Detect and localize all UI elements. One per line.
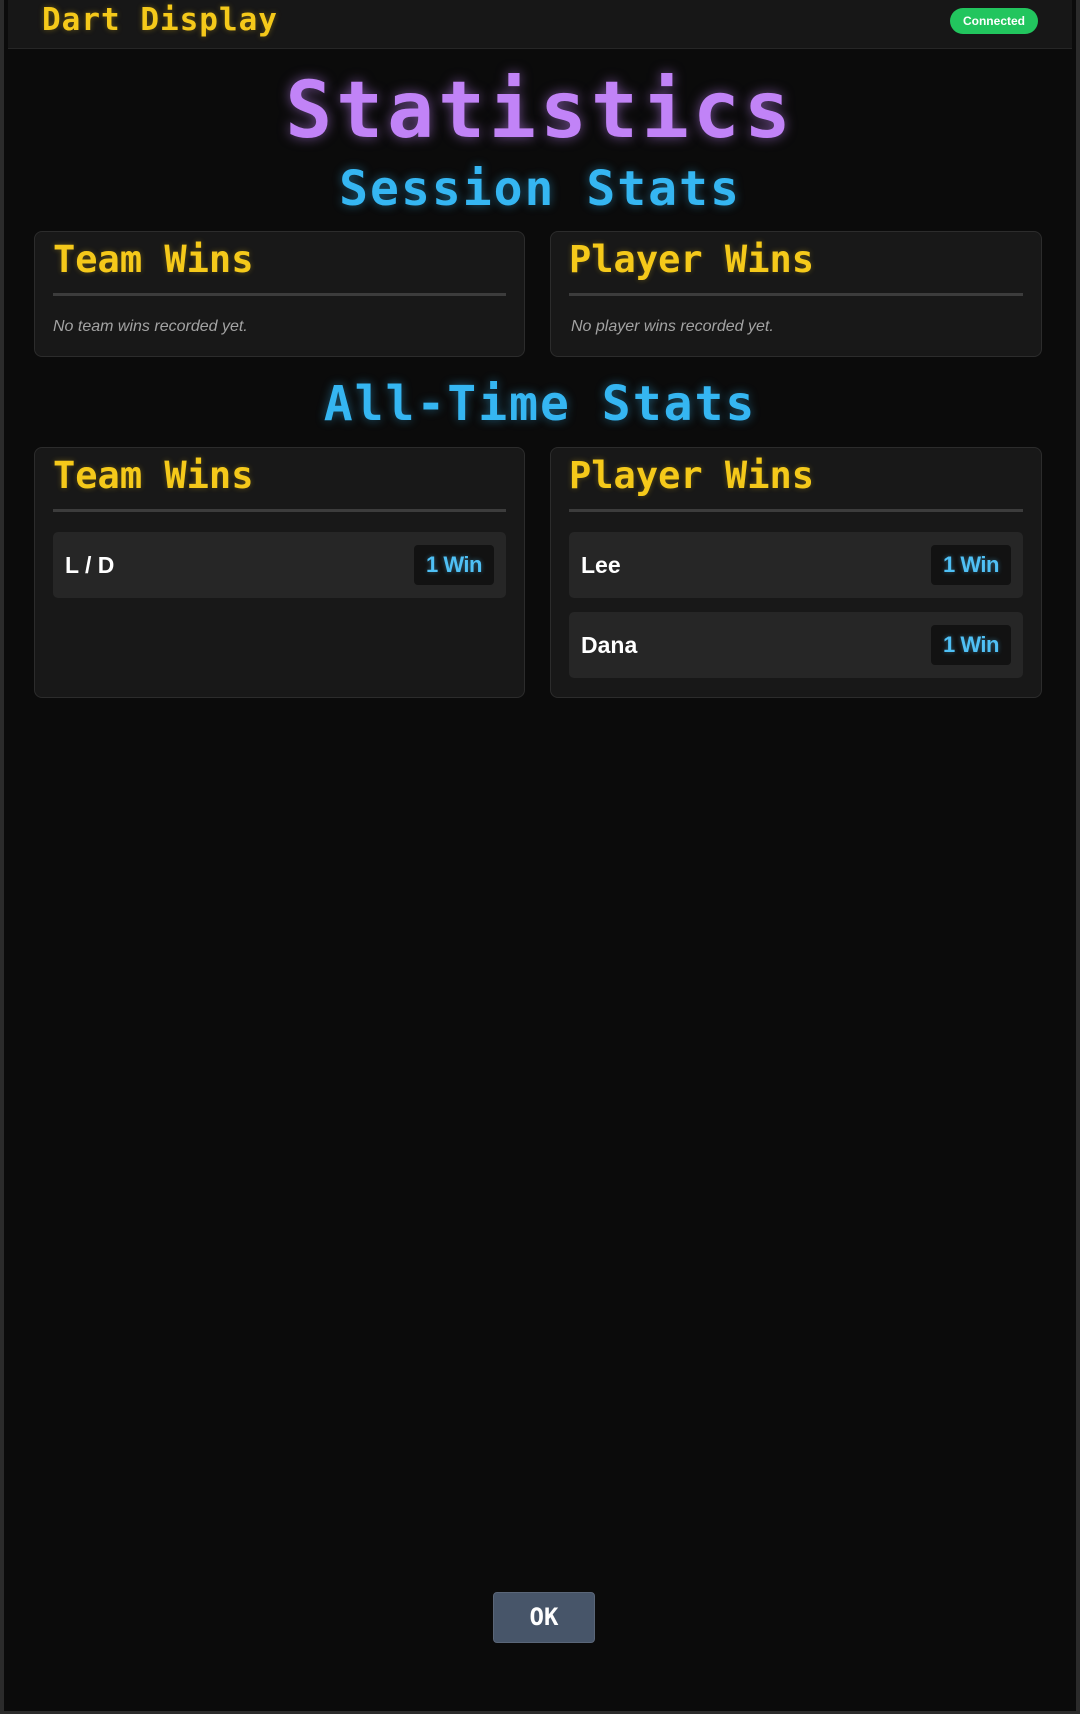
session-player-wins-title: Player Wins <box>569 238 815 281</box>
session-player-wins-empty: No player wins recorded yet. <box>571 318 774 335</box>
win-count-badge: 1 Win <box>931 545 1011 585</box>
connection-status-badge: Connected <box>949 8 1038 34</box>
all-time-team-wins-title: Team Wins <box>53 454 254 497</box>
player-row: Dana 1 Win <box>569 612 1023 678</box>
session-stats-heading: Session Stats <box>339 161 741 217</box>
win-count-badge: 1 Win <box>931 625 1011 665</box>
all-time-team-wins-card: Team Wins L / D 1 Win <box>34 447 525 698</box>
card-divider <box>53 509 506 512</box>
session-team-wins-title: Team Wins <box>53 238 254 281</box>
session-player-wins-card: Player Wins No player wins recorded yet. <box>550 231 1042 357</box>
session-team-wins-empty: No team wins recorded yet. <box>53 318 248 335</box>
player-row: Lee 1 Win <box>569 532 1023 598</box>
team-row: L / D 1 Win <box>53 532 506 598</box>
card-divider <box>569 293 1023 296</box>
all-time-stats-heading: All-Time Stats <box>323 376 757 432</box>
ok-button[interactable]: OK <box>493 1592 595 1643</box>
team-name: L / D <box>65 552 115 578</box>
all-time-player-wins-title: Player Wins <box>569 454 815 497</box>
win-count-badge: 1 Win <box>414 545 494 585</box>
all-time-player-wins-card: Player Wins Lee 1 Win Dana 1 Win <box>550 447 1042 698</box>
app-title: Dart Display <box>42 2 278 38</box>
card-divider <box>569 509 1023 512</box>
session-team-wins-card: Team Wins No team wins recorded yet. <box>34 231 525 357</box>
card-divider <box>53 293 506 296</box>
top-bar: Dart Display Connected <box>8 0 1072 49</box>
app-window: Dart Display Connected Statistics Sessio… <box>0 0 1080 1714</box>
player-name: Lee <box>581 552 621 578</box>
page-title: Statistics <box>285 66 795 156</box>
player-name: Dana <box>581 632 638 658</box>
